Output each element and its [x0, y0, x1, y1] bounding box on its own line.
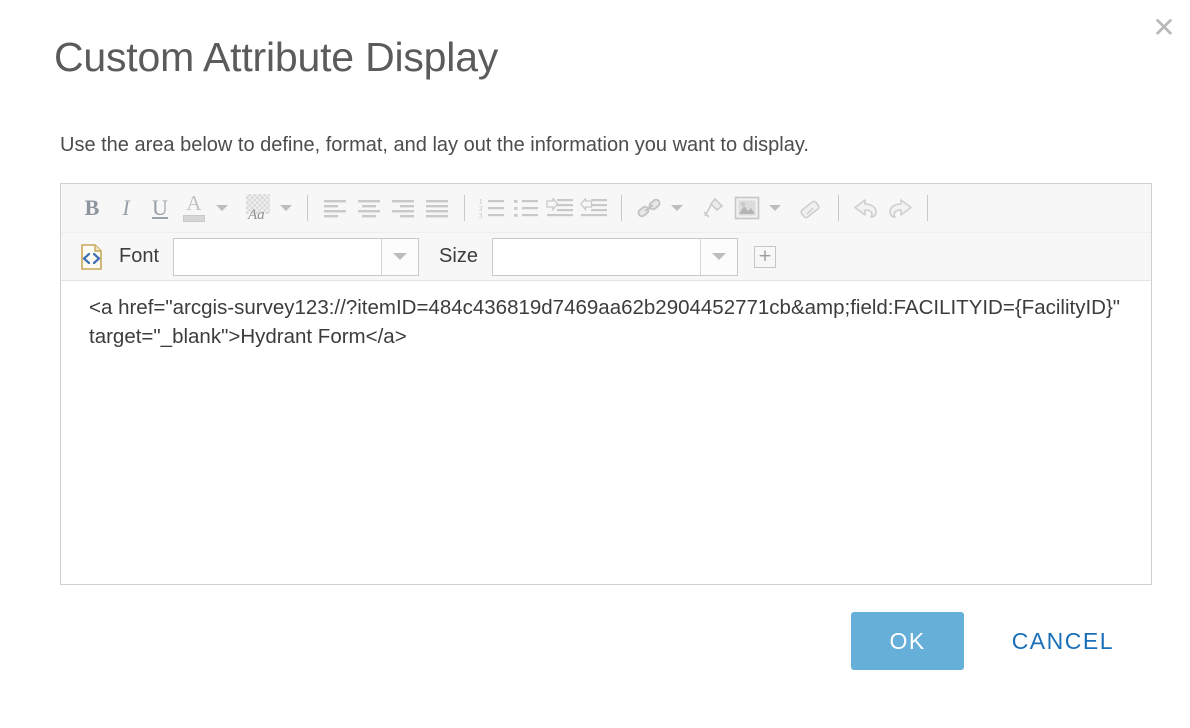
font-color-icon: A	[181, 191, 207, 222]
editor-toolbar: B I U A Aa 1 2 3 Font Size +	[61, 184, 1151, 281]
svg-text:3: 3	[479, 212, 483, 218]
underline-icon: U	[152, 195, 168, 220]
bulleted-list-icon	[514, 200, 538, 217]
font-color-dropdown[interactable]	[211, 191, 233, 225]
align-right-icon	[392, 200, 414, 218]
cancel-button[interactable]: CANCEL	[1012, 628, 1114, 655]
highlight-letters: Aa	[248, 207, 265, 223]
editor-content-area[interactable]: <a href="arcgis-survey123://?itemID=484c…	[61, 281, 1151, 584]
chevron-down-icon	[711, 253, 726, 260]
ok-button[interactable]: OK	[851, 612, 964, 670]
font-select-arrow[interactable]	[382, 238, 419, 275]
image-icon	[734, 196, 760, 220]
indent-icon	[546, 198, 573, 217]
chevron-down-icon	[280, 205, 292, 211]
dialog-footer: OK CANCEL	[60, 612, 1152, 670]
anchor-icon	[703, 197, 724, 218]
align-justify-icon	[426, 200, 448, 218]
font-color-swatch	[183, 215, 205, 222]
image-button[interactable]	[730, 191, 764, 225]
size-select[interactable]	[491, 237, 738, 276]
size-select-value[interactable]	[492, 238, 701, 275]
numbered-list-button[interactable]: 1 2 3	[475, 191, 509, 225]
toolbar-separator	[307, 195, 308, 221]
anchor-button[interactable]	[696, 191, 730, 225]
rich-text-editor: B I U A Aa 1 2 3 Font Size + <a href="ar…	[60, 183, 1152, 585]
toolbar-separator	[621, 195, 622, 221]
toolbar-separator	[927, 195, 928, 221]
chevron-down-icon	[216, 205, 228, 211]
align-left-icon	[324, 200, 346, 218]
bold-button[interactable]: B	[75, 191, 109, 225]
maximize-button[interactable]: +	[753, 245, 776, 268]
font-label: Font	[119, 245, 160, 267]
custom-attribute-display-dialog: ✕ Custom Attribute Display Use the area …	[0, 0, 1190, 728]
outdent-icon	[580, 198, 607, 217]
size-label: Size	[439, 245, 478, 267]
numbered-list-icon: 1 2 3	[479, 198, 504, 218]
chevron-down-icon	[671, 205, 683, 211]
align-left-button[interactable]	[318, 191, 352, 225]
remove-format-button[interactable]	[794, 191, 828, 225]
align-center-button[interactable]	[352, 191, 386, 225]
align-right-button[interactable]	[386, 191, 420, 225]
font-select[interactable]	[173, 237, 420, 276]
link-dropdown[interactable]	[666, 191, 688, 225]
eraser-icon	[800, 200, 820, 219]
italic-button[interactable]: I	[109, 191, 143, 225]
toolbar-separator	[464, 195, 465, 221]
font-color-letter: A	[186, 191, 202, 215]
italic-icon: I	[122, 195, 130, 220]
toolbar-separator	[838, 195, 839, 221]
underline-button[interactable]: U	[143, 191, 177, 225]
indent-button[interactable]	[543, 191, 577, 225]
close-icon[interactable]: ✕	[1146, 10, 1182, 46]
font-color-button[interactable]: A	[177, 191, 211, 225]
page-title: Custom Attribute Display	[54, 34, 499, 80]
source-code-button[interactable]	[75, 240, 109, 274]
dialog-description: Use the area below to define, format, an…	[60, 134, 809, 156]
undo-icon	[854, 199, 877, 218]
align-justify-button[interactable]	[420, 191, 454, 225]
chevron-down-icon	[393, 253, 408, 260]
redo-icon	[889, 199, 912, 218]
chevron-down-icon	[769, 205, 781, 211]
highlight-color-dropdown[interactable]	[275, 191, 297, 225]
size-select-arrow[interactable]	[700, 238, 737, 275]
outdent-button[interactable]	[577, 191, 611, 225]
bulleted-list-button[interactable]	[509, 191, 543, 225]
highlight-color-icon: Aa	[244, 194, 272, 223]
highlight-color-button[interactable]: Aa	[241, 191, 275, 225]
image-dropdown[interactable]	[764, 191, 786, 225]
link-icon	[637, 198, 661, 218]
bold-icon: B	[84, 195, 100, 220]
source-code-icon	[81, 243, 102, 270]
redo-button[interactable]	[883, 191, 917, 225]
align-center-icon	[358, 200, 380, 218]
font-select-value[interactable]	[174, 238, 383, 275]
link-button[interactable]	[632, 191, 666, 225]
undo-button[interactable]	[849, 191, 883, 225]
